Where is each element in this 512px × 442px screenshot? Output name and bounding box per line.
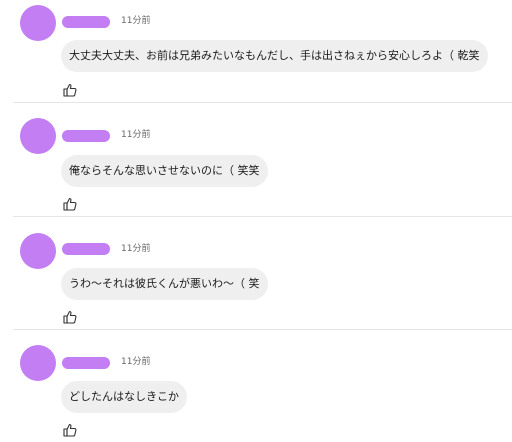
divider [13,329,512,330]
like-button[interactable] [63,83,77,97]
avatar[interactable] [20,5,56,41]
comment-text: 俺ならそんな思いさせないのに（ 笑笑 [61,155,268,187]
comment-timestamp: 11分前 [121,244,151,254]
like-button[interactable] [63,310,77,324]
divider [13,216,512,217]
like-button[interactable] [63,197,77,211]
comment-timestamp: 11分前 [121,130,151,140]
avatar[interactable] [20,345,56,381]
thumbs-up-icon [63,83,77,97]
comment-text: どしたんはなしきこか [61,381,187,413]
divider [13,102,512,103]
username-redacted[interactable] [62,130,110,142]
thumbs-up-icon [63,423,77,437]
thumbs-up-icon [63,197,77,211]
comment-text: 大丈夫大丈夫、お前は兄弟みたいなもんだし、手は出さねぇから安心しろよ（ 乾笑 [61,40,488,72]
comment-timestamp: 11分前 [121,357,151,367]
like-button[interactable] [63,423,77,437]
username-redacted[interactable] [62,16,110,28]
avatar[interactable] [20,118,56,154]
thumbs-up-icon [63,310,77,324]
username-redacted[interactable] [62,357,110,369]
username-redacted[interactable] [62,243,110,255]
comment-text: うわ〜それは彼氏くんが悪いわ〜（ 笑 [61,268,268,300]
comment-timestamp: 11分前 [121,16,151,26]
avatar[interactable] [20,233,56,269]
